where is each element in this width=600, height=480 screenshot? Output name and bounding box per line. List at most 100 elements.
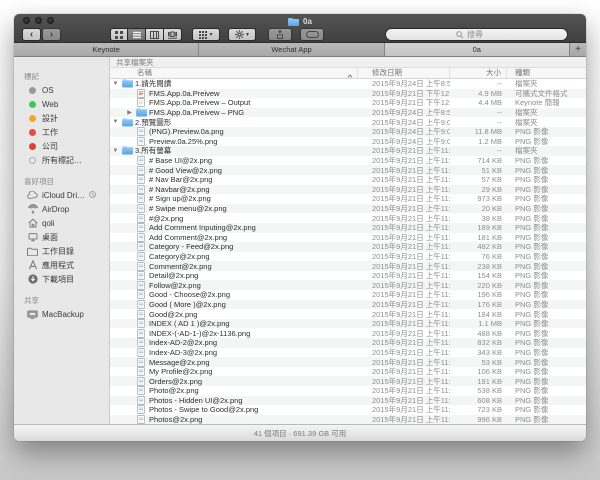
file-name: Detail@2x.png	[149, 271, 198, 280]
file-size: 196 KB	[450, 290, 507, 299]
column-header-name[interactable]: 名稱	[110, 68, 358, 78]
disclosure-triangle-icon[interactable]: ▶	[124, 109, 135, 116]
sidebar-item-label: 設計	[42, 113, 58, 124]
file-size: --	[450, 79, 507, 88]
file-name-cell: FMS.App.0a.Preivew	[110, 89, 358, 98]
file-name: Add Comment Inputing@2x.png	[149, 223, 256, 232]
sidebar-item-label: 工作	[42, 127, 58, 138]
sidebar-item-airdrop[interactable]: AirDrop	[14, 202, 109, 216]
list-view-icon	[133, 31, 141, 39]
sidebar-item--[interactable]: 設計	[14, 111, 109, 125]
window-title: 0a	[14, 16, 586, 27]
disclosure-triangle-icon[interactable]: ▼	[110, 81, 121, 87]
sidebar-item--[interactable]: 下載項目	[14, 272, 109, 286]
share-button[interactable]	[268, 28, 292, 41]
folder-icon	[121, 118, 133, 127]
file-name-cell: INDEX ( AD 1 )@2x.png	[110, 319, 358, 328]
list-view-button[interactable]	[128, 28, 146, 41]
sidebar-item-web[interactable]: Web	[14, 97, 109, 111]
file-size: 4.4 MB	[450, 98, 507, 107]
column-header-date[interactable]: 修改日期	[358, 68, 450, 78]
disclosure-triangle-icon[interactable]: ▼	[110, 148, 121, 154]
png-file-icon	[135, 271, 147, 280]
file-name-cell: # Base UI@2x.png	[110, 156, 358, 165]
column-header-row: 名稱 修改日期 大小 種類	[110, 68, 586, 79]
column-header-size[interactable]: 大小	[450, 68, 507, 78]
file-name: (PNG).Preview.0a.png	[149, 127, 224, 136]
chevron-right-icon: ›	[50, 30, 53, 39]
tab-wechat-app[interactable]: Wechat App	[199, 43, 384, 56]
file-name-cell: Category@2x.png	[110, 252, 358, 261]
search-field[interactable]	[385, 28, 568, 41]
png-file-icon	[135, 242, 147, 251]
file-name: 2.預覽圖形	[135, 117, 171, 128]
file-name: # Good View@2x.png	[149, 166, 222, 175]
action-button[interactable]: ▾	[228, 28, 256, 41]
file-size: 184 KB	[450, 310, 507, 319]
file-name: # Nav Bar@2x.png	[149, 175, 212, 184]
file-name-cell: # Good View@2x.png	[110, 166, 358, 175]
file-size: 38 KB	[450, 214, 507, 223]
file-size: 11.8 MB	[450, 127, 507, 136]
sidebar-item--[interactable]: 桌面	[14, 230, 109, 244]
disclosure-triangle-icon[interactable]: ▼	[110, 119, 121, 125]
file-name-cell: ▼ 2.預覽圖形	[110, 117, 358, 128]
file-name-cell: # Swipe menu@2x.png	[110, 204, 358, 213]
file-name: Category - Feed@2x.png	[149, 242, 233, 251]
file-name: # Sign up@2x.png	[149, 194, 211, 203]
file-name: Photo@2x.png	[149, 386, 199, 395]
window-title-text: 0a	[303, 17, 312, 26]
file-size: 154 KB	[450, 271, 507, 280]
sidebar-item--[interactable]: 所有標記…	[14, 153, 109, 167]
file-size: 723 KB	[450, 405, 507, 414]
tag-dot-icon	[27, 87, 38, 94]
downloads-icon	[27, 274, 38, 284]
chevron-left-icon: ‹	[30, 30, 33, 39]
file-size: 76 KB	[450, 252, 507, 261]
search-input[interactable]	[467, 30, 497, 39]
forward-button[interactable]: ›	[42, 28, 61, 41]
sidebar-item--[interactable]: 工作	[14, 125, 109, 139]
column-view-button[interactable]	[146, 28, 164, 41]
png-file-icon	[135, 358, 147, 367]
file-size: 1.1 MB	[450, 319, 507, 328]
sidebar-item-macbackup[interactable]: MacBackup	[14, 307, 109, 321]
sidebar-item--[interactable]: 工作目錄	[14, 244, 109, 258]
file-name: FMS.App.0a.Preivew – Output	[149, 98, 250, 107]
tag-dot-icon	[27, 143, 38, 150]
png-file-icon	[135, 281, 147, 290]
sidebar-item--[interactable]: 應用程式	[14, 258, 109, 272]
coverflow-view-button[interactable]	[164, 28, 182, 41]
file-name: # Navbar@2x.png	[149, 185, 210, 194]
file-name-cell: FMS.App.0a.Preivew – Output	[110, 98, 358, 107]
arrange-button[interactable]: ▾	[192, 28, 220, 41]
sidebar-item-icloud-dri-[interactable]: iCloud Dri…	[14, 188, 109, 202]
file-name: 3.所有螢幕	[135, 145, 171, 156]
file-size: 538 KB	[450, 386, 507, 395]
file-date: 2015年9月21日 上午11:43	[358, 414, 450, 424]
sidebar-item--[interactable]: 公司	[14, 139, 109, 153]
file-name-cell: Good - Choose@2x.png	[110, 290, 358, 299]
new-tab-button[interactable]: +	[570, 43, 586, 56]
tab-bar: KeynoteWechat App0a+	[14, 43, 586, 57]
keynote-file-icon	[135, 98, 147, 107]
file-name: Photos - Swipe to Good@2x.png	[149, 405, 258, 414]
png-file-icon	[135, 156, 147, 165]
file-size: 191 KB	[450, 377, 507, 386]
file-name: Photos@2x.png	[149, 415, 202, 424]
file-name-cell: Category - Feed@2x.png	[110, 242, 358, 251]
sidebar-item-qoli[interactable]: qoli	[14, 216, 109, 230]
tab-keynote[interactable]: Keynote	[14, 43, 199, 56]
file-name: Orders@2x.png	[149, 377, 202, 386]
png-file-icon	[135, 300, 147, 309]
tab-0a[interactable]: 0a	[385, 43, 570, 56]
table-row[interactable]: Photos@2x.png2015年9月21日 上午11:43996 KBPNG…	[110, 415, 586, 424]
edit-tags-button[interactable]	[300, 28, 324, 41]
tag-dot-icon	[27, 129, 38, 136]
all-tags-icon	[27, 157, 38, 164]
back-button[interactable]: ‹	[22, 28, 41, 41]
column-header-kind[interactable]: 種類	[507, 68, 586, 78]
file-size: 220 KB	[450, 281, 507, 290]
sidebar-item-os[interactable]: OS	[14, 83, 109, 97]
icon-view-button[interactable]	[110, 28, 128, 41]
